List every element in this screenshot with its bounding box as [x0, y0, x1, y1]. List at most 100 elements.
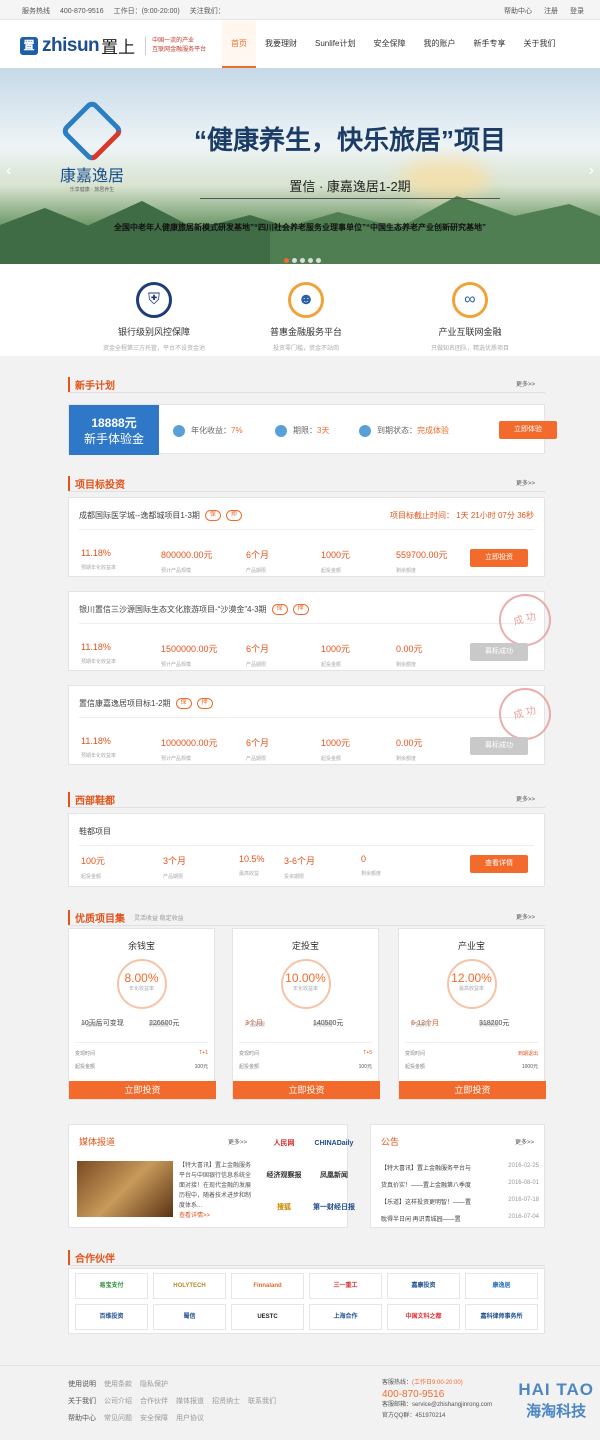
partner-logo[interactable]: 上海合作 — [309, 1304, 382, 1330]
link-icon: ∞ — [452, 282, 488, 318]
footer-link[interactable]: 用户协议 — [176, 1415, 204, 1422]
carousel-dot[interactable] — [316, 258, 321, 263]
banner-brand-logo: 康嘉逸居 乐享健康 · 旅居养生 — [59, 98, 125, 193]
rate-ring: 10.00% 年化收益率 — [280, 959, 331, 1009]
product-card: 定投宝 10.00% 年化收益率 3个月 产品期限 140500元 剩余额度 变现时间 T… — [232, 928, 380, 1100]
project-rate: 11.18% 预期年化收益率 — [81, 548, 117, 571]
notice-item[interactable]: 耽得半日闲 再识青城园——置 2016-07-04 — [381, 1214, 539, 1223]
logo-icon: 置 — [20, 36, 38, 55]
nav-about[interactable]: 关于我们 — [514, 20, 564, 68]
register-link[interactable]: 注册 — [544, 8, 558, 15]
banner-brand: 康嘉逸居 — [60, 168, 125, 185]
quality-header: 优质项目集 灵活收益 稳定收益 更多>> — [68, 908, 545, 926]
carousel-dot[interactable] — [284, 258, 289, 263]
partner-logo[interactable]: 嘉康投资 — [387, 1273, 460, 1299]
banner[interactable]: 康嘉逸居 乐享健康 · 旅居养生 “健康养生，快乐旅居”项目 置信 · 康嘉逸居… — [0, 68, 600, 264]
footer-link[interactable]: 招贤纳士 — [212, 1398, 240, 1405]
more-link[interactable]: 更多>> — [516, 379, 535, 388]
hotline-label: 服务热线 — [22, 8, 50, 15]
footer-link[interactable]: 公司介绍 — [104, 1398, 132, 1405]
partners-header: 合作伙伴 — [68, 1248, 545, 1266]
countdown: 项目标截止时间： 1天 21小时 07分 36秒 — [389, 511, 534, 520]
more-link[interactable]: 更多>> — [516, 912, 535, 921]
media-logo[interactable]: 搜狐 — [259, 1201, 309, 1215]
invest-button[interactable]: 立即投资 — [399, 1081, 546, 1099]
more-link[interactable]: 更多>> — [516, 794, 535, 803]
west-title[interactable]: 鞋都项目 — [79, 826, 111, 837]
feature-service: ☻ 普惠金融服务平台 投资零门槛，资金不站岗 — [236, 282, 376, 352]
partner-logo[interactable]: 康逸居 — [465, 1273, 538, 1299]
prev-arrow-icon[interactable]: ‹ — [6, 162, 11, 180]
shield-icon: ⛨ — [136, 282, 172, 318]
try-button[interactable]: 立即体验 — [499, 421, 557, 439]
more-link[interactable]: 更多>> — [228, 1137, 247, 1146]
partner-logo[interactable]: HOLYTECH — [153, 1273, 226, 1299]
invest-button[interactable]: 立即投资 — [69, 1081, 216, 1099]
logo[interactable]: 置 zhisun 置上 中国一流的产业 互联网金融服务平台 — [20, 33, 206, 58]
follow-label: 关注我们： — [189, 8, 225, 15]
read-more-link[interactable]: 查看详情>> — [179, 1211, 255, 1221]
nav-home[interactable]: 首页 — [222, 20, 256, 68]
partner-logo[interactable]: 易宝支付 — [75, 1273, 148, 1299]
funded-button[interactable]: 募标成功 — [470, 643, 528, 661]
partner-logo[interactable]: UESTC — [231, 1304, 304, 1330]
partners: 易宝支付 HOLYTECH Finnaland 三一重工 嘉康投资 康逸居 百维… — [68, 1268, 545, 1334]
project-card: 置信康嘉逸居项目标1-2期保押 成 功 11.18% 预期年化收益率 100000… — [68, 682, 557, 765]
carousel-dot[interactable] — [292, 258, 297, 263]
help-link[interactable]: 帮助中心 — [504, 8, 532, 15]
top-bar: 服务热线 400-870-9516 工作日：(9:00-20:00) 关注我们： 帮助… — [0, 0, 600, 20]
media-logo[interactable]: 凤凰新闻 — [309, 1169, 359, 1183]
newbie-status: 到期状态：完成体验 — [359, 425, 449, 437]
hotline: 400-870-9516 — [60, 8, 104, 15]
project-title[interactable]: 置信康嘉逸居项目标1-2期保押 — [79, 698, 213, 710]
newbie-label: 18888元 新手体验金 — [69, 405, 159, 455]
more-link[interactable]: 更多>> — [516, 478, 535, 487]
notice-item[interactable]: 【特大喜讯】置上金融服务平台与 2016-02-25 — [381, 1163, 539, 1172]
project-title[interactable]: 成都国际医学城--逸都城项目1-3期保押 — [79, 510, 242, 522]
partner-logo[interactable]: 嘉科律师事务所 — [465, 1304, 538, 1330]
nav-newbie[interactable]: 新手专享 — [464, 20, 514, 68]
nav-security[interactable]: 安全保障 — [364, 20, 414, 68]
login-link[interactable]: 登录 — [570, 8, 584, 15]
feature-industry: ∞ 产业互联网金融 只做知名团队，精选优质项目 — [400, 282, 540, 352]
rate-ring: 8.00% 年化收益率 — [116, 959, 167, 1009]
nav-sunlife[interactable]: Sunlife计划 — [306, 20, 364, 68]
nav-account[interactable]: 我的账户 — [414, 20, 464, 68]
partner-logo[interactable]: 三一重工 — [309, 1273, 382, 1299]
media-logo[interactable]: 人民网 — [259, 1137, 309, 1151]
more-link[interactable]: 更多>> — [515, 1137, 534, 1146]
funded-button[interactable]: 募标成功 — [470, 737, 528, 755]
invest-button[interactable]: 立即投资 — [233, 1081, 380, 1099]
footer-link[interactable]: 媒体报道 — [176, 1398, 204, 1405]
carousel-dot[interactable] — [300, 258, 305, 263]
people-icon: ☻ — [288, 282, 324, 318]
newbie-rate: 年化收益：7% — [173, 425, 243, 437]
footer-link[interactable]: 使用条款 — [104, 1381, 132, 1388]
media-logo[interactable]: CHINADaily — [309, 1137, 359, 1151]
notice-item[interactable]: 货真价实！——置上金融第八季度 2016-08-01 — [381, 1180, 539, 1189]
feature-risk: ⛨ 银行级别风控保障 资金全程第三方托管，平台不设资金池 — [84, 282, 224, 352]
carousel-dot[interactable] — [308, 258, 313, 263]
logo-cn: 置上 — [101, 38, 136, 57]
footer-link[interactable]: 联系我们 — [248, 1398, 276, 1405]
footer-link[interactable]: 常见问题 — [104, 1415, 132, 1422]
partner-logo[interactable]: 蜀信 — [153, 1304, 226, 1330]
footer-link[interactable]: 安全保障 — [140, 1415, 168, 1422]
nav-invest[interactable]: 我要理财 — [256, 20, 306, 68]
project-title[interactable]: 银川置信三沙源国际生态文化旅游项目-“沙漠金”4-3期保押 — [79, 604, 309, 616]
footer-link[interactable]: 隐私保护 — [140, 1381, 168, 1388]
west-card: 鞋都项目 100元 起投金额 3个月 产品期限 10.5% 最高收益 3-6个月 投资期… — [68, 813, 545, 887]
details-button[interactable]: 查看详情 — [470, 855, 528, 873]
invest-button[interactable]: 立即投资 — [470, 549, 528, 567]
news-image[interactable] — [77, 1161, 173, 1217]
media-logo[interactable]: 经济观察报 — [259, 1169, 309, 1183]
next-arrow-icon[interactable]: › — [589, 162, 594, 180]
partner-logo[interactable]: 百维投资 — [75, 1304, 148, 1330]
partner-logo[interactable]: 中国文科之都 — [387, 1304, 460, 1330]
media-logo[interactable]: 第一财经日报 — [309, 1201, 359, 1215]
banner-brand-sub: 乐享健康 · 旅居养生 — [69, 187, 115, 193]
notice-item[interactable]: 【乐道】这样投资更明智！——置 2016-07-18 — [381, 1197, 539, 1206]
brand-gem-icon — [59, 98, 125, 164]
footer-link[interactable]: 合作伙伴 — [140, 1398, 168, 1405]
partner-logo[interactable]: Finnaland — [231, 1273, 304, 1299]
